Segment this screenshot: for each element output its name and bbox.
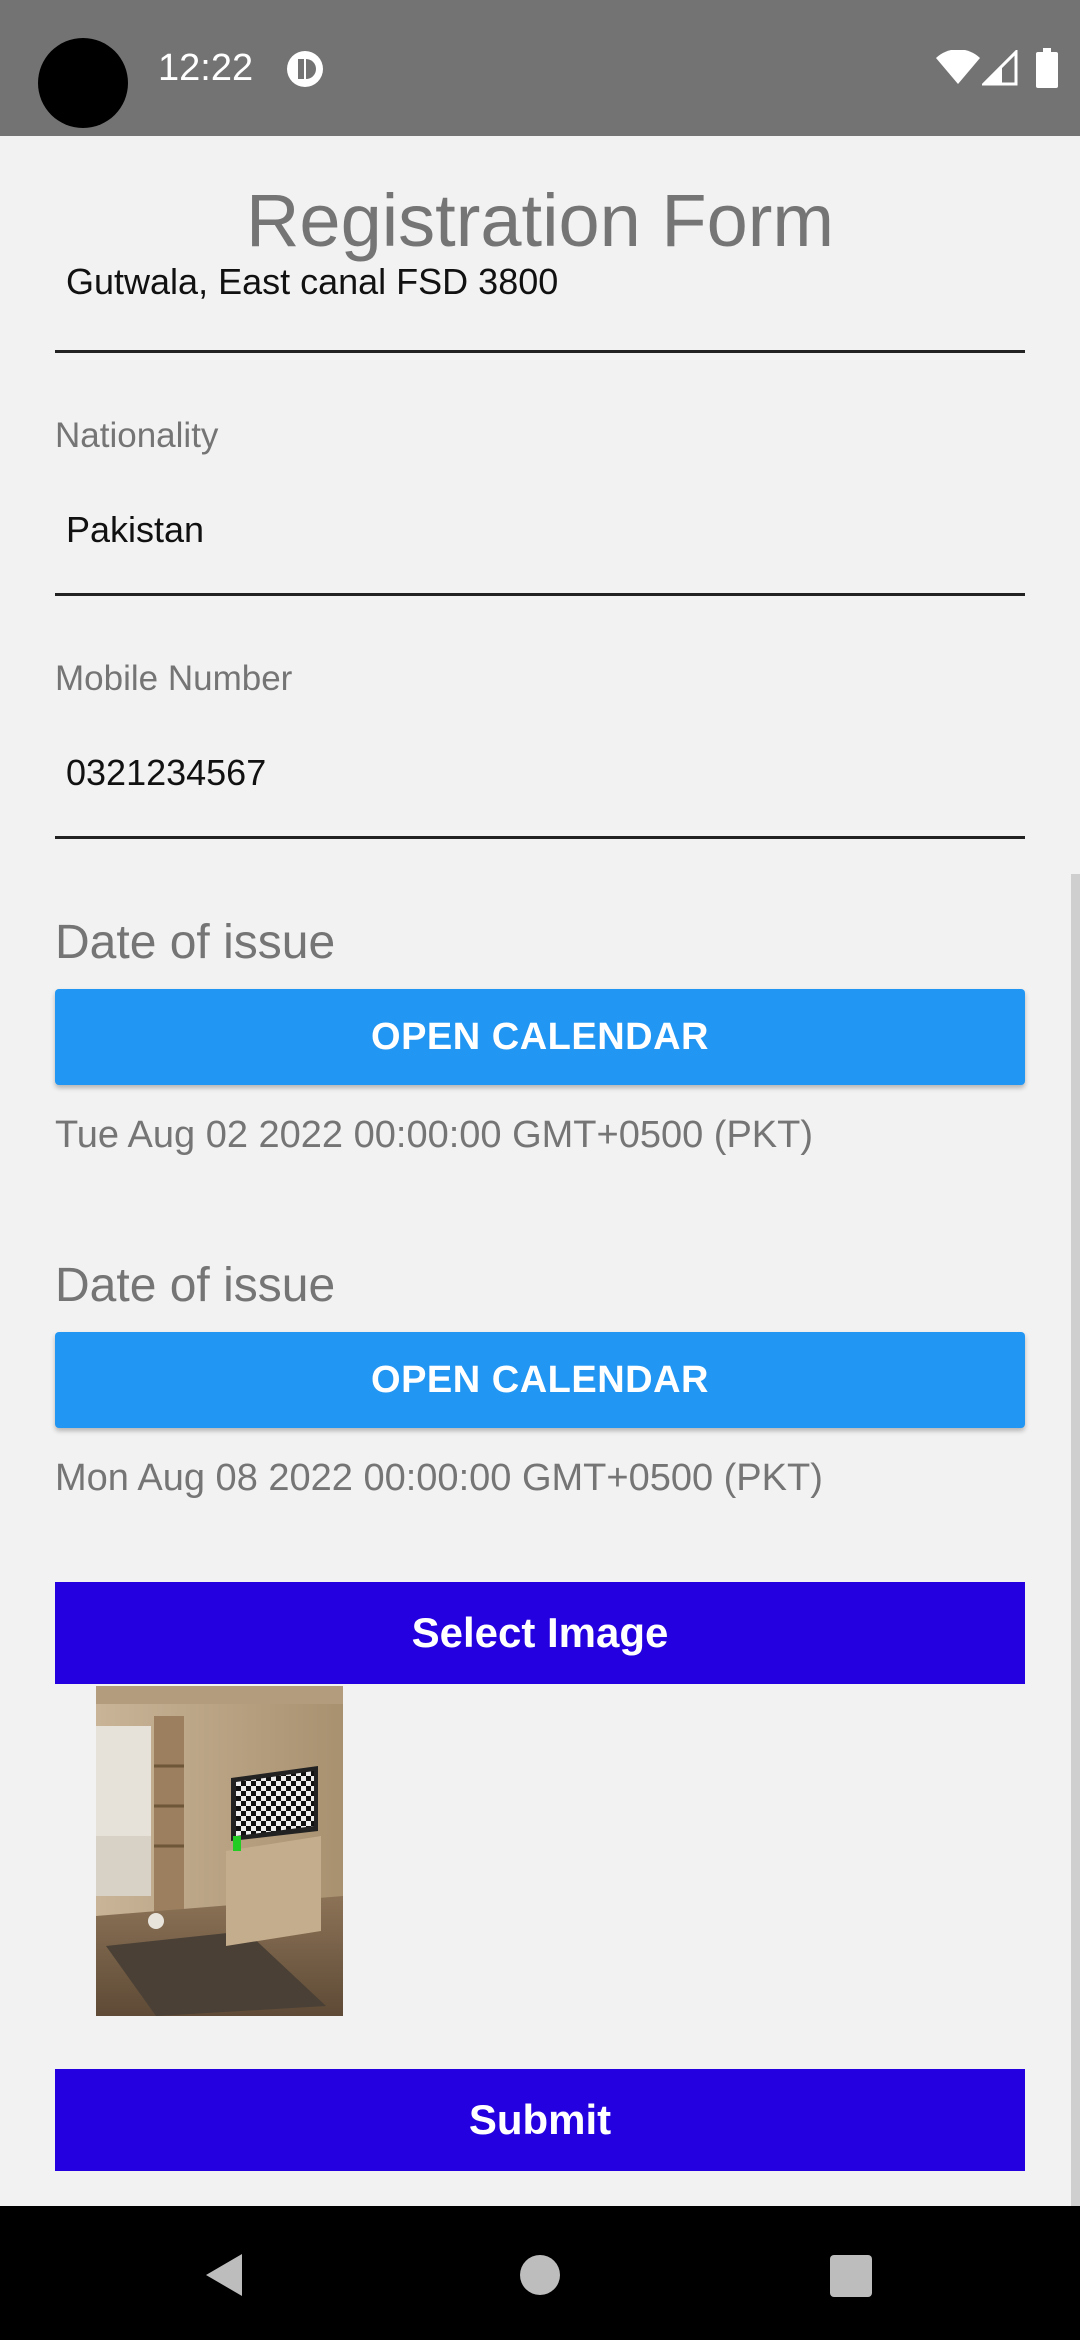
nationality-field[interactable]: Pakistan — [66, 508, 204, 552]
open-calendar-button[interactable]: OPEN CALENDAR — [55, 989, 1025, 1085]
selected-image-preview — [96, 1686, 343, 2016]
recents-icon[interactable] — [830, 2255, 872, 2297]
home-icon[interactable] — [520, 2255, 560, 2295]
selected-date-text-2: Mon Aug 08 2022 00:00:00 GMT+0500 (PKT) — [55, 1457, 823, 1499]
status-time: 12:22 — [158, 47, 254, 89]
selected-date-text: Tue Aug 02 2022 00:00:00 GMT+0500 (PKT) — [55, 1114, 814, 1156]
nationality-underline — [55, 593, 1025, 596]
select-image-button[interactable]: Select Image — [55, 1582, 1025, 1684]
status-bar: 12:22 — [0, 0, 1080, 136]
submit-button[interactable]: Submit — [55, 2069, 1025, 2171]
sync-icon — [287, 51, 323, 87]
address-underline — [55, 350, 1025, 353]
navigation-bar — [0, 2206, 1080, 2340]
nationality-label: Nationality — [55, 416, 219, 455]
date-of-issue-heading: Date of issue — [55, 916, 336, 969]
mobile-number-field[interactable]: 0321234567 — [66, 751, 266, 795]
page-title: Registration Form — [245, 179, 835, 262]
signal-icon — [982, 50, 1018, 86]
mobile-number-underline — [55, 836, 1025, 839]
battery-icon — [1036, 48, 1058, 88]
registration-form-screen[interactable]: Registration Form Gutwala, East canal FS… — [0, 136, 1080, 2206]
open-calendar-button-2[interactable]: OPEN CALENDAR — [55, 1332, 1025, 1428]
date-of-issue-heading-2: Date of issue — [55, 1259, 336, 1312]
camera-cutout — [38, 38, 128, 128]
wifi-icon — [936, 50, 980, 84]
mobile-number-label: Mobile Number — [55, 659, 293, 698]
scrollbar[interactable] — [1071, 874, 1080, 2206]
address-field[interactable]: Gutwala, East canal FSD 3800 — [66, 260, 558, 304]
back-icon[interactable] — [200, 2250, 250, 2300]
